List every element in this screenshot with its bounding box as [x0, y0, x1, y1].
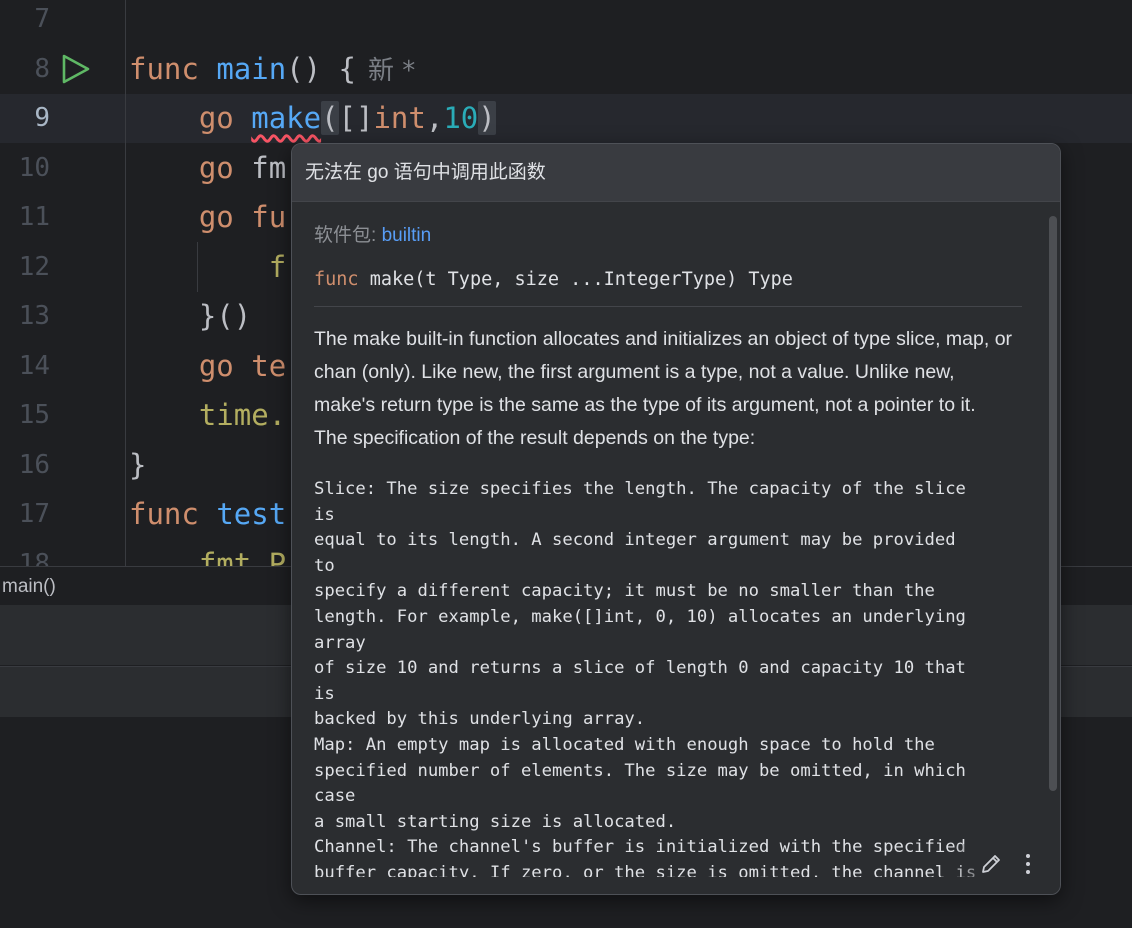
code-text: go fu — [198, 200, 287, 234]
code-text: } — [129, 448, 147, 482]
code-text: func main() {新 * — [129, 52, 416, 86]
line-number: 7 — [34, 4, 50, 34]
code-text: time. — [198, 398, 287, 432]
code-line[interactable]: 9 go make([]int,10) — [0, 94, 1132, 143]
pencil-icon[interactable] — [979, 852, 1003, 876]
package-label: 软件包: — [314, 225, 382, 246]
code-text: }() — [198, 299, 252, 333]
popup-header: 无法在 go 语句中调用此函数 — [292, 144, 1060, 202]
error-token: make — [251, 101, 322, 135]
breadcrumb[interactable]: main() — [2, 567, 56, 606]
code-text: go te — [198, 349, 287, 383]
line-number: 10 — [18, 153, 50, 183]
error-message: 无法在 go 语句中调用此函数 — [305, 162, 546, 183]
more-vertical-icon[interactable] — [1016, 850, 1040, 878]
code-text: go fm — [198, 151, 287, 185]
line-number: 12 — [18, 252, 50, 282]
code-line[interactable]: 8 func main() {新 * — [0, 45, 1132, 94]
code-text: go make([]int,10) — [198, 101, 496, 135]
line-number: 16 — [18, 450, 50, 480]
vcs-hint: 新 * — [368, 56, 416, 86]
documentation-popup[interactable]: 无法在 go 语句中调用此函数 软件包: builtin func make(t… — [291, 143, 1061, 895]
doc-details: Slice: The size specifies the length. Th… — [314, 479, 976, 877]
line-number: 14 — [18, 351, 50, 381]
package-link[interactable]: builtin — [382, 225, 432, 246]
line-number: 18 — [18, 549, 50, 566]
code-text: fmt.P — [198, 547, 287, 566]
package-line: 软件包: builtin — [314, 216, 1024, 256]
doc-description: The make built-in function allocates and… — [314, 328, 1013, 449]
line-number: 11 — [18, 202, 50, 232]
function-signature: func make(t Type, size ...IntegerType) T… — [314, 269, 793, 290]
line-number: 13 — [18, 301, 50, 331]
line-number: 15 — [18, 400, 50, 430]
popup-body: 软件包: builtin func make(t Type, size ...I… — [314, 216, 1024, 877]
line-number: 8 — [34, 54, 50, 84]
line-number: 9 — [34, 103, 50, 133]
popup-scrollbar[interactable] — [1049, 216, 1057, 791]
code-text: func test — [129, 497, 287, 531]
bottom-fade — [952, 844, 1060, 894]
code-line[interactable]: 7 — [0, 0, 1132, 44]
line-number: 17 — [18, 499, 50, 529]
signature-divider — [314, 306, 1022, 307]
code-text: f — [268, 250, 287, 284]
